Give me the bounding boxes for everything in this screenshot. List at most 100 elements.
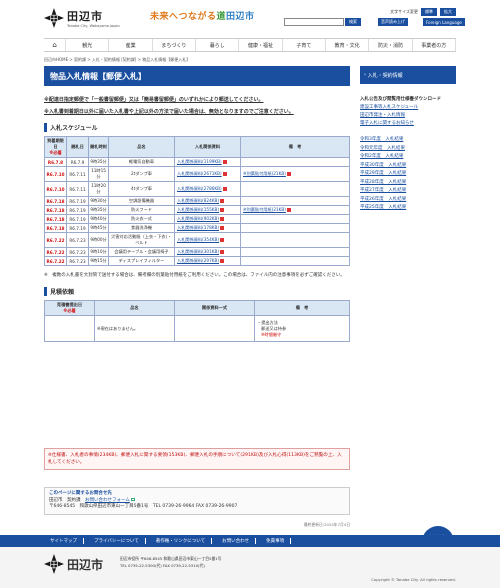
cell-deadline: R6.7.10: [44, 166, 67, 182]
footer-address-line1: 田辺市役所 〒646-8545 和歌山県田辺市東山一丁目5番1号: [120, 556, 222, 561]
sidebar-item-r3[interactable]: 令和3年度 入札結果: [360, 136, 456, 145]
nav-item-tourism[interactable]: 観光: [66, 39, 110, 51]
sidebar-item-download[interactable]: 入札公告及び閲覧用仕様書ダウンロード: [360, 96, 456, 104]
footer-link-sitemap[interactable]: サイトマップ: [44, 538, 84, 544]
quote-col-date-label: 見積書提出日: [56, 302, 83, 307]
pdf-icon: [220, 238, 225, 242]
cell-deadline: R6.7.18: [44, 196, 67, 206]
cell-item: 2tダンプ車: [108, 166, 175, 182]
nav-item-disaster[interactable]: 防災・消防: [369, 39, 413, 51]
warning-text[interactable]: ※仕様書、入札者の事情(234KB)、郵便入札に関する要領(153KB)、郵便入…: [48, 453, 342, 465]
cell-deadline: R6.7.22: [44, 232, 67, 248]
cell-item: 災害対応活動服（上衣・下衣）・ベルト: [108, 232, 175, 248]
footer-link-copyright[interactable]: 著作権・リンクについて: [150, 538, 213, 544]
attachment-link[interactable]: ※別葉貼付用紙(21KB): [243, 171, 286, 176]
cell-remarks: [240, 181, 350, 197]
sidebar-item-construction-schedule[interactable]: 建設工事等入札スケジュール: [360, 104, 456, 112]
sidebar-item-e-bidding[interactable]: 電子入札に関するお知らせ: [360, 120, 456, 128]
table-row: R6.7.8 R6.7.9 9時35分 軽電気自動車 入札関係資料(1199KB): [44, 157, 350, 167]
cell-deadline: R6.7.18: [44, 205, 67, 215]
sidebar-item-order-info[interactable]: 田辺市発注・入札情報: [360, 112, 456, 120]
site-logo[interactable]: 田 田辺市 Tanabe City, Wakayama Japan: [44, 8, 120, 28]
document-link[interactable]: 入札関係資料(2671KB): [177, 171, 222, 176]
cell-open-time: 9時35分: [88, 205, 109, 215]
nav-item-industry[interactable]: 産業: [109, 39, 153, 51]
cell-item: 会議用テーブル・会議用椅子: [108, 247, 175, 257]
cell-remarks: [240, 232, 350, 248]
cell-remarks: [240, 196, 350, 206]
cell-open-time: 9時45分: [88, 223, 109, 233]
col-documents: 入札関係資料: [174, 136, 241, 158]
quote-empty-message: ※現在はありません。: [94, 315, 175, 342]
sidebar-item-r2[interactable]: 令和2年度 入札結果: [360, 153, 456, 162]
schedule-table: 到着期限日 ※必着 開札日 開札時刻 品名 入札関係資料 備 考 R6.7.8 R6…: [44, 136, 350, 266]
copyright: Copyright © Tanabe City. All rights rese…: [371, 577, 456, 582]
contact-form-link[interactable]: お問い合わせフォーム: [85, 498, 130, 503]
nav-item-education[interactable]: 教育・文化: [326, 39, 370, 51]
cell-remarks: [240, 214, 350, 224]
document-link[interactable]: 入札関係資料(2786KB): [177, 186, 222, 191]
cell-open-date: R6.7.23: [66, 256, 89, 266]
breadcrumb[interactable]: 田辺市HOME > 契約課 > 入札・契約情報 [契約課] > 物品入札情報【郵…: [44, 57, 190, 63]
cell-deadline: R6.7.8: [44, 157, 67, 167]
sidebar-item-h26[interactable]: 平成26年度 入札結果: [360, 196, 456, 205]
cell-open-time: 9時40分: [88, 214, 109, 224]
sidebar-item-h29[interactable]: 平成29年度 入札結果: [360, 170, 456, 179]
nav-item-town[interactable]: まちづくり: [153, 39, 197, 51]
nav-item-business[interactable]: 事業者の方: [413, 39, 456, 51]
contact-dept: 田辺市 契約課: [49, 497, 81, 503]
cell-open-time: 11時15分: [88, 166, 109, 182]
pdf-icon: [220, 199, 225, 203]
nav-item-health[interactable]: 健康・福祉: [239, 39, 283, 51]
table-row: R6.7.18 R6.7.19 9時40分 防火衣一式 入札関係資料(902KB): [44, 214, 350, 224]
sidebar-year-links: 令和3年度 入札結果 令和元年度 入札結果 令和2年度 入札結果 平成30年度 …: [360, 136, 456, 213]
home-icon[interactable]: ⌂: [44, 39, 67, 51]
pdf-icon: [222, 160, 227, 164]
cell-open-date: R6.7.19: [66, 205, 89, 215]
document-link[interactable]: 入札関係資料(155KB): [177, 207, 219, 212]
sidebar-item-h25[interactable]: 平成25年度 入札結果: [360, 204, 456, 213]
cell-item: 防火衣一式: [108, 214, 175, 224]
document-link[interactable]: 入札関係資料(354KB): [177, 237, 219, 242]
nav-item-living[interactable]: 暮らし: [196, 39, 240, 51]
document-link[interactable]: 入札関係資料(301KB): [177, 249, 219, 254]
quote-col-remarks: 備 考: [254, 300, 350, 316]
footer-link-contact[interactable]: お問い合わせ: [216, 538, 257, 544]
voice-reader-button[interactable]: 音声読み上げ: [378, 18, 408, 26]
attachment-link[interactable]: ※別葉貼付用紙(21KB): [243, 207, 286, 212]
required-label: ※必着: [49, 150, 62, 155]
document-link[interactable]: 入札関係資料(824KB): [177, 198, 219, 203]
col-item: 品名: [108, 136, 175, 158]
footer-link-privacy[interactable]: プライバシーについて: [88, 538, 146, 544]
cell-open-time: 9時35分: [88, 157, 109, 167]
cell-documents: 入札関係資料(824KB): [174, 196, 241, 206]
cell-documents: 入札関係資料(178KB): [174, 223, 241, 233]
search-button[interactable]: 検索: [345, 18, 361, 26]
document-link[interactable]: 入札関係資料(297KB): [177, 258, 219, 263]
contact-box: このページに関するお問合せ先 田辺市 契約課 お問い合わせフォーム 〒646-8…: [44, 487, 350, 515]
table-row: R6.7.22 R6.7.23 9時15分 ディスプレイフィルター 入札関係資料(297…: [44, 256, 350, 266]
search-input[interactable]: [284, 18, 344, 26]
sidebar-item-r1[interactable]: 令和元年度 入札結果: [360, 145, 456, 154]
text-size-standard-button[interactable]: 標準: [421, 8, 437, 16]
foreign-language-button[interactable]: Foreign Language: [423, 18, 465, 26]
sidebar-item-h30[interactable]: 平成30年度 入札結果: [360, 162, 456, 171]
cell-remarks: ※別葉貼付用紙(21KB): [240, 166, 350, 182]
table-row: R6.7.10 R6.7.11 11時15分 2tダンプ車 入札関係資料(2671KB)…: [44, 166, 350, 182]
pdf-icon: [220, 208, 225, 212]
footer-link-disclaimer[interactable]: 免責事項: [260, 538, 292, 544]
quote-table: 見積書提出日 ※必着 品名 関係資料一式 備 考 ※現在はありません。 ・提出方法…: [44, 300, 350, 342]
sidebar-item-h27[interactable]: 平成27年度 入札結果: [360, 187, 456, 196]
city-emblem-icon: 田: [44, 8, 64, 28]
text-size-large-button[interactable]: 拡大: [440, 8, 456, 16]
pdf-icon: [220, 217, 225, 221]
document-link[interactable]: 入札関係資料(1199KB): [177, 159, 222, 164]
document-link[interactable]: 入札関係資料(178KB): [177, 225, 219, 230]
document-link[interactable]: 入札関係資料(902KB): [177, 216, 219, 221]
nav-item-childcare[interactable]: 子育て: [283, 39, 327, 51]
sidebar-item-h28[interactable]: 平成28年度 入札結果: [360, 179, 456, 188]
quote-remarks: ・提出方法 郵送又は持参 ※時間厳守: [254, 315, 350, 342]
sidebar-heading[interactable]: › 入札・契約情報: [360, 66, 456, 84]
cell-open-date: R6.7.11: [66, 166, 89, 182]
site-name-en: Tanabe City, Wakayama Japan: [67, 24, 120, 28]
